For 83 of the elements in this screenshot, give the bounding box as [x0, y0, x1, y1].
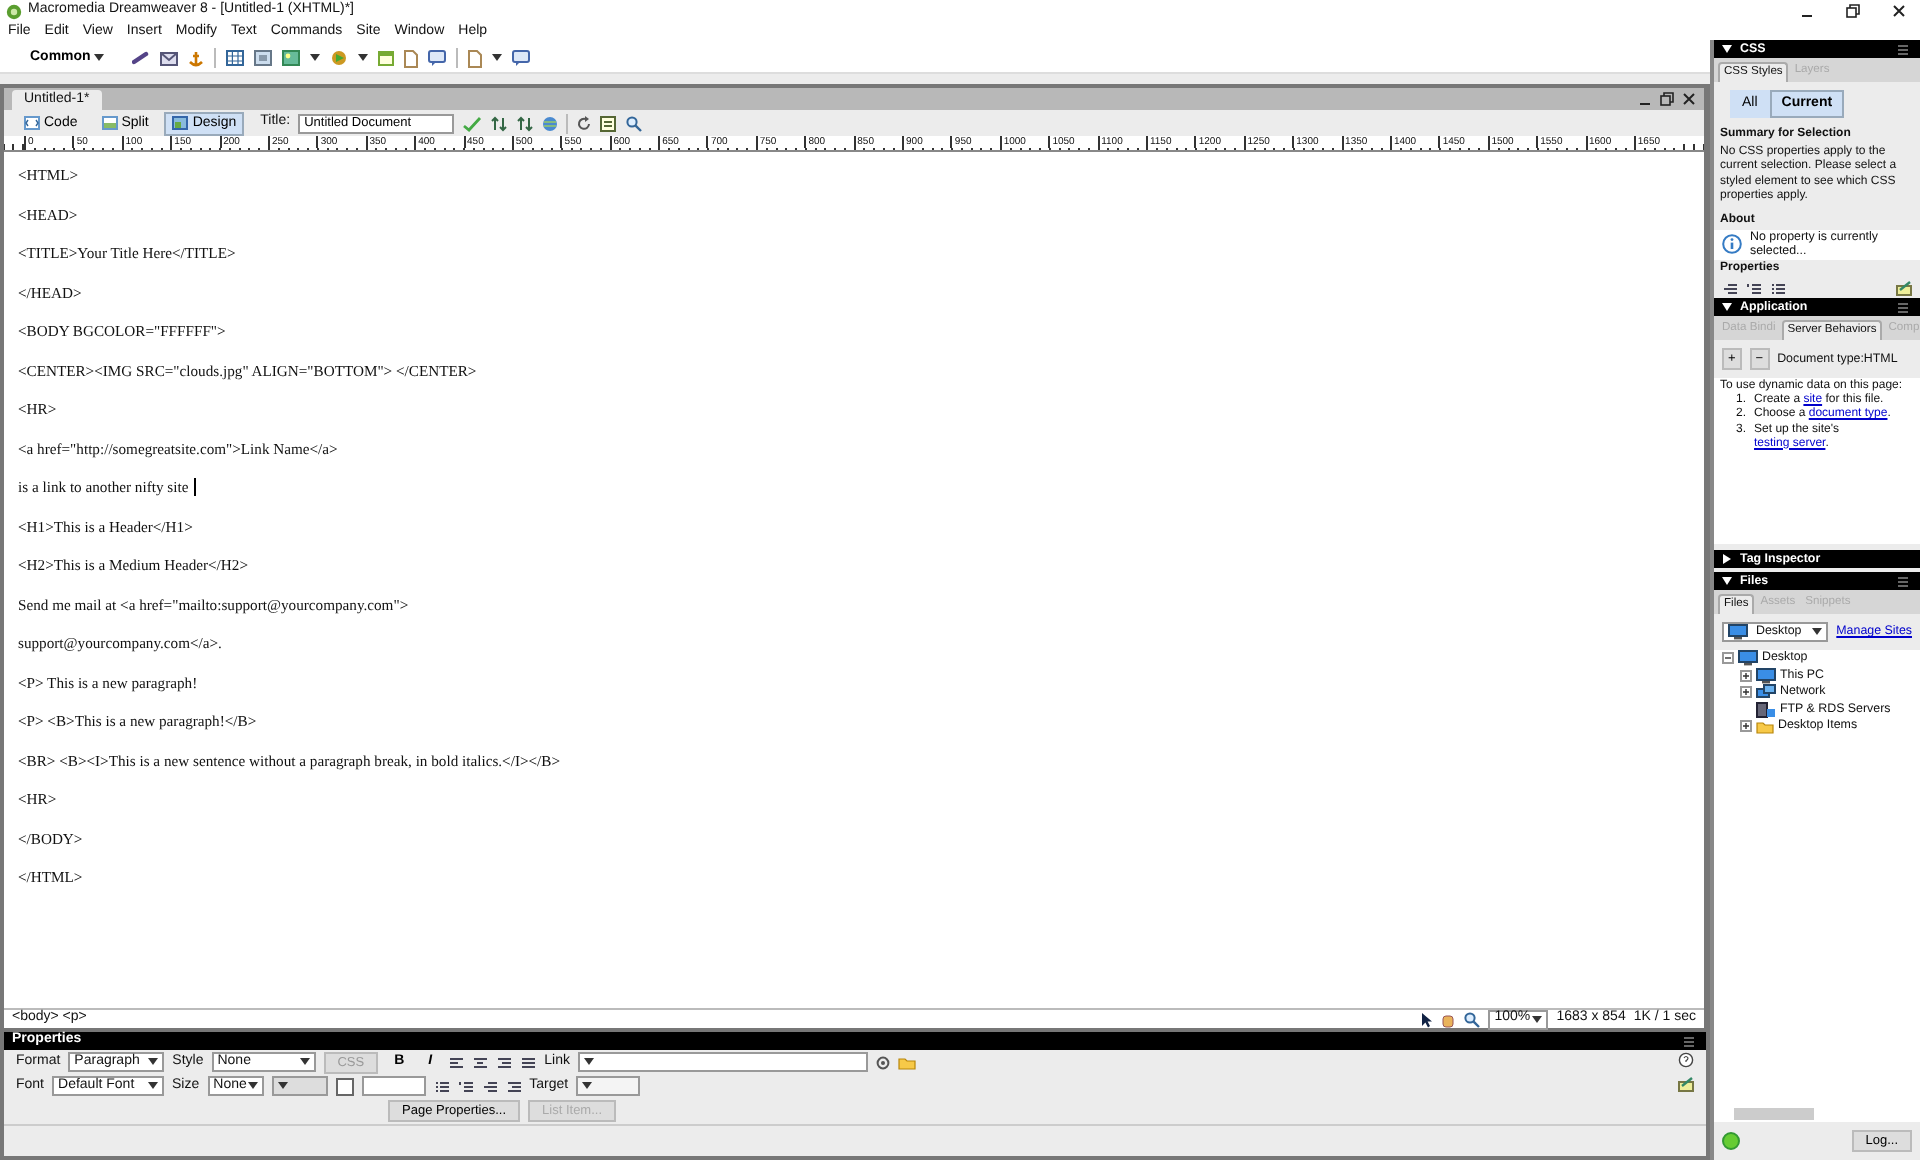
comment-icon[interactable] [512, 50, 531, 66]
restore-icon[interactable] [1846, 4, 1860, 18]
link-field[interactable] [577, 1052, 868, 1072]
code-view-icon [24, 116, 40, 130]
outdent-icon[interactable] [481, 1079, 498, 1093]
plugin-icon[interactable] [330, 50, 349, 66]
restore-icon[interactable] [1660, 92, 1674, 106]
caret-icon[interactable] [582, 1082, 593, 1090]
target-dropdown[interactable] [576, 1076, 641, 1096]
caret-icon[interactable] [299, 1058, 310, 1066]
size-unit-dropdown[interactable] [271, 1076, 328, 1096]
hand-icon[interactable] [1440, 1011, 1457, 1027]
caret-icon[interactable] [148, 1082, 159, 1090]
close-icon[interactable] [1892, 4, 1906, 18]
caret-icon[interactable] [1812, 627, 1823, 636]
ordered-list-icon[interactable] [1746, 281, 1762, 295]
panel-options-icon[interactable] [1682, 1035, 1698, 1047]
caret-icon[interactable] [94, 54, 105, 62]
justify-icon[interactable] [520, 1055, 537, 1069]
calendar-icon[interactable] [378, 50, 395, 66]
collapse-triangle-icon[interactable] [1722, 302, 1732, 312]
caret-icon[interactable] [358, 54, 369, 62]
color-field[interactable] [361, 1076, 426, 1096]
caret-icon[interactable] [492, 54, 503, 62]
color-swatch[interactable] [335, 1077, 354, 1095]
align-right-icon[interactable] [496, 1055, 513, 1069]
caret-icon[interactable] [310, 54, 321, 62]
status-dot-icon [1722, 1132, 1740, 1150]
envelope-icon[interactable] [160, 51, 179, 65]
expand-toggle-icon[interactable] [1740, 686, 1752, 699]
network-icon [1756, 684, 1776, 701]
point-to-file-icon[interactable] [875, 1055, 890, 1069]
help-icon[interactable] [1678, 1052, 1694, 1069]
ordered-list-icon[interactable] [457, 1079, 474, 1093]
caret-icon[interactable] [277, 1082, 288, 1090]
info-icon [1722, 234, 1742, 255]
collapse-triangle-icon[interactable] [1722, 576, 1732, 586]
panel-options-icon[interactable] [1896, 301, 1912, 313]
align-center-icon[interactable] [472, 1055, 489, 1069]
caret-icon[interactable] [583, 1058, 594, 1066]
align-left-icon[interactable] [448, 1055, 465, 1069]
layer-icon[interactable] [254, 50, 273, 66]
check-icon[interactable] [462, 115, 483, 131]
monitor-icon [1728, 623, 1748, 640]
document-icon[interactable] [468, 49, 483, 67]
unordered-list-icon[interactable] [1770, 281, 1786, 295]
caret-icon[interactable] [148, 1058, 159, 1066]
table-icon[interactable] [226, 50, 245, 66]
logo-icon [6, 3, 22, 19]
expand-toggle-icon[interactable] [1740, 720, 1752, 733]
pointer-icon[interactable] [1420, 1011, 1433, 1027]
zoom-icon[interactable] [626, 115, 643, 131]
server-icon [1756, 701, 1776, 718]
close-icon[interactable] [1682, 92, 1696, 106]
comment-icon[interactable] [428, 50, 447, 66]
arrows-icon[interactable] [490, 115, 509, 131]
image-icon[interactable] [282, 50, 301, 66]
text-cursor [194, 478, 197, 497]
edit-icon[interactable] [1678, 1076, 1694, 1093]
refresh-icon[interactable] [576, 115, 593, 131]
expand-triangle-icon[interactable] [1722, 554, 1732, 564]
caret-icon[interactable] [247, 1082, 258, 1090]
view-options-icon[interactable] [600, 115, 619, 131]
anchor-icon[interactable] [188, 49, 205, 67]
panel-options-icon[interactable] [1896, 575, 1912, 587]
monitor-icon [1738, 650, 1758, 667]
scrollbar[interactable] [1734, 1108, 1814, 1120]
panel-options-icon[interactable] [1896, 43, 1912, 55]
document-icon[interactable] [404, 49, 419, 67]
monitor-icon [1756, 667, 1776, 684]
zoom-icon[interactable] [1464, 1011, 1481, 1027]
design-view-icon [172, 116, 189, 130]
expand-toggle-icon[interactable] [1740, 669, 1752, 682]
caret-icon[interactable] [1532, 1015, 1543, 1023]
split-view-icon [101, 116, 118, 130]
outdent-icon[interactable] [1722, 281, 1738, 295]
collapse-toggle-icon[interactable] [1722, 652, 1734, 665]
edit-icon[interactable] [1896, 280, 1912, 296]
globe-icon[interactable] [542, 115, 559, 131]
indent-icon[interactable] [505, 1079, 522, 1093]
arrows-icon[interactable] [516, 115, 535, 131]
collapse-triangle-icon[interactable] [1722, 44, 1732, 54]
unordered-list-icon[interactable] [433, 1079, 450, 1093]
